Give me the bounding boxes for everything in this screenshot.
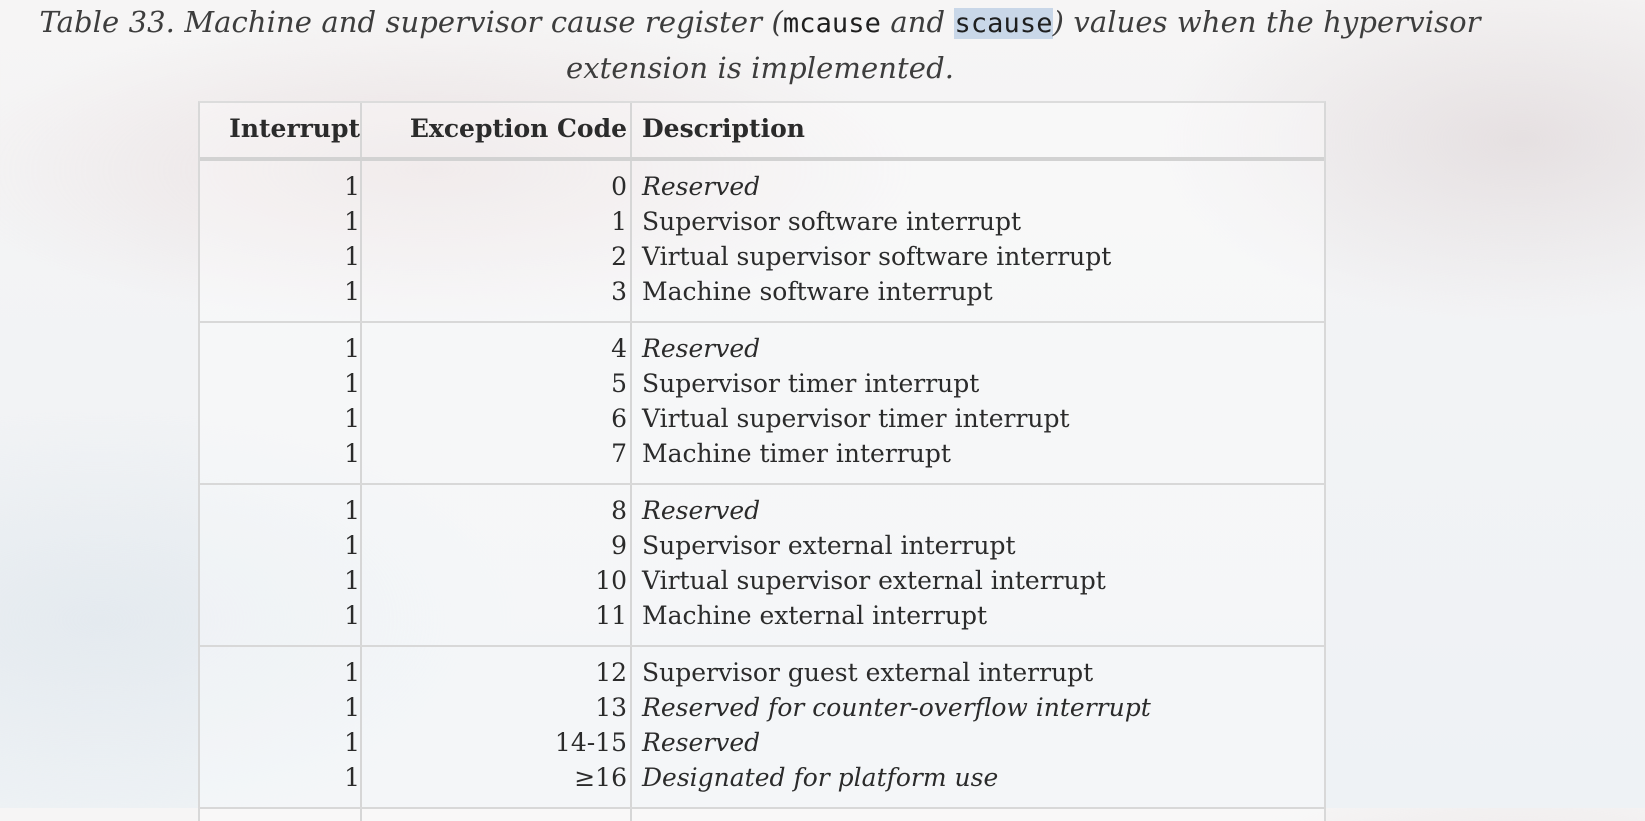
table-row: 1 13 Reserved for counter-overflow inter… xyxy=(200,690,1324,726)
mcause-register: mcause xyxy=(782,8,881,39)
cell-interrupt: 1 xyxy=(344,404,360,433)
cell-exception-code: 8 xyxy=(611,496,627,525)
cell-interrupt: 1 xyxy=(344,601,360,630)
cell-interrupt: 1 xyxy=(344,496,360,525)
table-row: 1 10 Virtual supervisor external interru… xyxy=(200,563,1324,599)
cell-interrupt: 1 xyxy=(344,277,360,306)
cell-exception-code: 2 xyxy=(611,242,627,271)
table-row: 1 4 Reserved xyxy=(200,331,1324,367)
cell-description: Supervisor guest external interrupt xyxy=(642,658,1094,687)
caption-prefix: Table 33. Machine and supervisor cause r… xyxy=(39,5,783,39)
cell-description: Machine timer interrupt xyxy=(642,439,951,468)
cell-interrupt: 1 xyxy=(344,439,360,468)
table-row: 1 12 Supervisor guest external interrupt xyxy=(200,655,1324,691)
caption-middle: and xyxy=(881,5,955,39)
header-description: Description xyxy=(642,114,805,143)
cell-interrupt: 1 xyxy=(344,763,360,792)
table-caption: Table 33. Machine and supervisor cause r… xyxy=(0,0,1520,90)
table-row-group: 1 4 Reserved 1 5 Supervisor timer interr… xyxy=(200,321,1324,485)
table-row: 1 14-15 Reserved xyxy=(200,725,1324,761)
header-interrupt: Interrupt xyxy=(229,114,360,143)
cell-exception-code: 6 xyxy=(611,404,627,433)
cell-description: Designated for platform use xyxy=(642,763,999,792)
cell-exception-code: 3 xyxy=(611,277,627,306)
cell-exception-code: 13 xyxy=(595,693,627,722)
cell-description: Virtual supervisor timer interrupt xyxy=(642,404,1070,433)
table-row: 1 6 Virtual supervisor timer interrupt xyxy=(200,401,1324,437)
cell-description: Reserved xyxy=(642,496,761,525)
cell-description: Machine external interrupt xyxy=(642,601,988,630)
cell-description: Virtual supervisor software interrupt xyxy=(642,242,1112,271)
cell-description: Reserved xyxy=(642,172,761,201)
table-row: 1 2 Virtual supervisor software interrup… xyxy=(200,239,1324,275)
table-row: 1 0 Reserved xyxy=(200,169,1324,205)
cell-interrupt: 1 xyxy=(344,658,360,687)
cell-interrupt: 1 xyxy=(344,172,360,201)
table-row: 1 7 Machine timer interrupt xyxy=(200,436,1324,472)
table-row-group: 1 12 Supervisor guest external interrupt… xyxy=(200,645,1324,809)
table-row-group: 1 8 Reserved 1 9 Supervisor external int… xyxy=(200,483,1324,647)
cell-exception-code: 11 xyxy=(595,601,627,630)
cause-register-table: Interrupt Exception Code Description 1 0… xyxy=(198,101,1326,821)
cell-interrupt: 1 xyxy=(344,531,360,560)
cell-description: Reserved for counter-overflow interrupt xyxy=(642,693,1151,722)
cell-description: Supervisor external interrupt xyxy=(642,531,1016,560)
cell-description: Virtual supervisor external interrupt xyxy=(642,566,1106,595)
table-row: 1 9 Supervisor external interrupt xyxy=(200,528,1324,564)
cell-description: Reserved xyxy=(642,334,761,363)
cell-exception-code: 4 xyxy=(611,334,627,363)
table-row: 1 ≥16 Designated for platform use xyxy=(200,760,1324,796)
header-exception-code: Exception Code xyxy=(409,114,627,143)
cell-description: Supervisor software interrupt xyxy=(642,207,1022,236)
cell-exception-code: 1 xyxy=(611,207,627,236)
cell-interrupt: 1 xyxy=(344,207,360,236)
cell-interrupt: 1 xyxy=(344,242,360,271)
cell-exception-code: ≥16 xyxy=(574,763,627,792)
cell-description: Reserved xyxy=(642,728,761,757)
table-row: 1 11 Machine external interrupt xyxy=(200,598,1324,634)
cell-exception-code: 10 xyxy=(595,566,627,595)
cell-interrupt: 1 xyxy=(344,566,360,595)
cell-exception-code: 0 xyxy=(611,172,627,201)
table-row: 1 8 Reserved xyxy=(200,493,1324,529)
table-row: 1 5 Supervisor timer interrupt xyxy=(200,366,1324,402)
cell-exception-code: 7 xyxy=(611,439,627,468)
cell-interrupt: 1 xyxy=(344,334,360,363)
table-row: 1 1 Supervisor software interrupt xyxy=(200,204,1324,240)
table-row: 1 3 Machine software interrupt xyxy=(200,274,1324,310)
table-header: Interrupt Exception Code Description xyxy=(200,103,1324,161)
cell-exception-code: 12 xyxy=(595,658,627,687)
scause-register-highlighted: scause xyxy=(954,8,1053,39)
cell-description: Supervisor timer interrupt xyxy=(642,369,980,398)
cell-interrupt: 1 xyxy=(344,728,360,757)
cell-interrupt: 1 xyxy=(344,693,360,722)
cell-exception-code: 5 xyxy=(611,369,627,398)
cell-interrupt: 1 xyxy=(344,369,360,398)
cell-exception-code: 14-15 xyxy=(554,728,627,757)
cell-description: Machine software interrupt xyxy=(642,277,993,306)
cell-exception-code: 9 xyxy=(611,531,627,560)
table-row-group: 1 0 Reserved 1 1 Supervisor software int… xyxy=(200,159,1324,323)
